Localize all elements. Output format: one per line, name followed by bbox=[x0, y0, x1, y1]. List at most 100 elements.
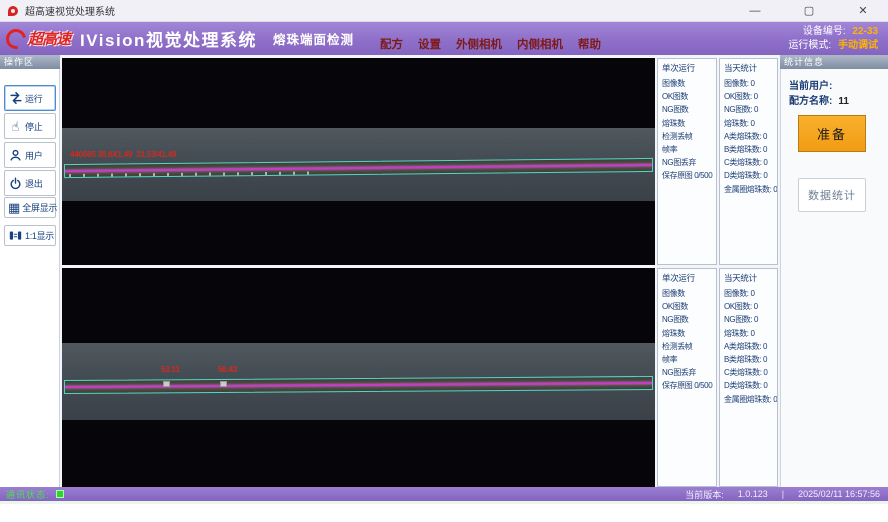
sidebar-button-label: 停止 bbox=[25, 120, 42, 133]
user-icon bbox=[8, 149, 23, 162]
sidebar-button-label: 全屏显示 bbox=[22, 201, 57, 214]
version-label: 当前版本: bbox=[685, 488, 724, 501]
comm-status-indicator bbox=[56, 490, 64, 498]
stop-icon: ☝ bbox=[8, 120, 23, 133]
current-user-label: 当前用户: bbox=[789, 81, 832, 92]
sidebar-button-label: 用户 bbox=[25, 149, 42, 162]
stat-row: 熔珠数 bbox=[662, 327, 713, 340]
stat-row: NG图丢弃 bbox=[662, 156, 713, 169]
stat-row: 金属圈熔珠数: 0 bbox=[724, 393, 774, 406]
run-mode-label: 运行模式: bbox=[788, 40, 831, 51]
stat-row: C类熔珠数: 0 bbox=[724, 366, 774, 379]
recipe-name-value: 11 bbox=[838, 96, 849, 107]
camera1-measurement-annotation: 440685 39.8X1.49 31.53/41.49 bbox=[70, 150, 176, 159]
app-window: 超高速视觉处理系统 — ▢ ✕ 超高速 IVision视觉处理系统 熔珠端面检测… bbox=[0, 0, 888, 522]
info-panel-title: 统计信息 bbox=[780, 55, 888, 69]
stat-row: D类熔珠数: 0 bbox=[724, 169, 774, 182]
camera-view-inner[interactable]: 53.11 56.43 bbox=[62, 268, 655, 487]
run-mode-value: 手动调试 bbox=[838, 40, 878, 51]
sidebar-button-退出[interactable]: 退出 bbox=[4, 170, 56, 196]
sidebar-title: 操作区 bbox=[0, 55, 60, 69]
status-bar-right: 当前版本: 1.0.123 | 2025/02/11 16:57:56 bbox=[685, 488, 880, 501]
recipe-name-row: 配方名称: 11 bbox=[789, 92, 849, 107]
camera-view-outer[interactable]: 440685 39.8X1.49 31.53/41.49 bbox=[62, 58, 655, 265]
maximize-icon[interactable]: ▢ bbox=[802, 0, 816, 22]
logo-text: 超高速 bbox=[28, 28, 70, 49]
stat-row: 图像数: 0 bbox=[724, 77, 774, 90]
ready-button[interactable]: 准备 bbox=[798, 115, 866, 152]
stat-row: 图像数 bbox=[662, 77, 713, 90]
camera2-defect-marker bbox=[220, 381, 227, 387]
menu-item-设置[interactable]: 设置 bbox=[418, 36, 441, 52]
camera2-defect-marker bbox=[163, 381, 170, 387]
stats-daily-panel-2: 当天统计图像数: 0OK图数: 0NG图数: 0熔珠数: 0A类熔珠数: 0B类… bbox=[719, 268, 778, 487]
stat-row: 图像数 bbox=[662, 287, 713, 300]
stats-panel-title: 单次运行 bbox=[662, 62, 713, 74]
stat-row: NG图丢弃 bbox=[662, 366, 713, 379]
status-separator: | bbox=[782, 489, 784, 499]
run-icon bbox=[8, 91, 23, 105]
logo-swoosh-icon bbox=[2, 25, 30, 53]
close-icon[interactable]: ✕ bbox=[856, 0, 870, 22]
recipe-name-label: 配方名称: bbox=[789, 96, 832, 107]
sidebar-button-1:1显示[interactable]: 1:1显示 bbox=[4, 225, 56, 246]
data-statistics-button[interactable]: 数据统计 bbox=[798, 178, 866, 212]
camera2-measurement-annotation: 53.11 bbox=[161, 365, 180, 374]
device-info: 设备编号: 22-33 运行模式: 手动调试 bbox=[788, 25, 878, 53]
minimize-icon[interactable]: — bbox=[748, 0, 762, 22]
sidebar-button-全屏显示[interactable]: ▦全屏显示 bbox=[4, 197, 56, 218]
stat-row: 保存原图 0/500 bbox=[662, 169, 713, 182]
current-user-row: 当前用户: bbox=[789, 77, 838, 92]
fullscreen-icon: ▦ bbox=[8, 201, 20, 214]
device-number-value: 22-33 bbox=[852, 26, 878, 37]
datetime-value: 2025/02/11 16:57:56 bbox=[798, 489, 880, 499]
stat-row: C类熔珠数: 0 bbox=[724, 156, 774, 169]
stat-row: OK图数: 0 bbox=[724, 300, 774, 313]
menu-item-外侧相机[interactable]: 外侧相机 bbox=[456, 36, 502, 52]
stat-row: 熔珠数: 0 bbox=[724, 117, 774, 130]
stat-row: 保存原图 0/500 bbox=[662, 379, 713, 392]
sidebar-button-停止[interactable]: ☝停止 bbox=[4, 113, 56, 139]
one-to-one-icon bbox=[8, 229, 23, 242]
sidebar-button-用户[interactable]: 用户 bbox=[4, 142, 56, 168]
stat-row: B类熔珠数: 0 bbox=[724, 353, 774, 366]
stat-row: 帧率 bbox=[662, 143, 713, 156]
app-title: IVision视觉处理系统 bbox=[80, 26, 257, 51]
os-titlebar: 超高速视觉处理系统 — ▢ ✕ bbox=[0, 0, 888, 22]
stats-daily-panel-1: 当天统计图像数: 0OK图数: 0NG图数: 0熔珠数: 0A类熔珠数: 0B类… bbox=[719, 58, 778, 265]
app-subtitle: 熔珠端面检测 bbox=[273, 29, 354, 48]
stat-row: NG图数: 0 bbox=[724, 313, 774, 326]
stat-row: A类熔珠数: 0 bbox=[724, 130, 774, 143]
stat-row: NG图数 bbox=[662, 313, 713, 326]
stat-row: 检测丢帧 bbox=[662, 130, 713, 143]
stat-row: NG图数 bbox=[662, 103, 713, 116]
stat-row: 熔珠数: 0 bbox=[724, 327, 774, 340]
sidebar-button-label: 运行 bbox=[25, 92, 42, 105]
sidebar: 运行☝停止用户退出▦全屏显示1:1显示 bbox=[0, 69, 60, 487]
stat-row: NG图数: 0 bbox=[724, 103, 774, 116]
stat-row: A类熔珠数: 0 bbox=[724, 340, 774, 353]
info-panel: 当前用户: 配方名称: 11 准备 数据统计 bbox=[780, 69, 888, 487]
window-title: 超高速视觉处理系统 bbox=[25, 3, 115, 18]
camera2-measurement-annotation: 56.43 bbox=[218, 365, 237, 374]
stats-single_run-panel-1: 单次运行图像数OK图数NG图数熔珠数检测丢帧帧率NG图丢弃保存原图 0/500 bbox=[657, 58, 717, 265]
stat-row: OK图数: 0 bbox=[724, 90, 774, 103]
stat-row: B类熔珠数: 0 bbox=[724, 143, 774, 156]
app-header: 超高速 IVision视觉处理系统 熔珠端面检测 配方设置外侧相机内侧相机帮助 … bbox=[0, 22, 888, 55]
stat-row: 熔珠数 bbox=[662, 117, 713, 130]
menu-bar: 配方设置外侧相机内侧相机帮助 bbox=[380, 36, 601, 52]
brand-logo: 超高速 bbox=[6, 28, 70, 49]
stat-row: OK图数 bbox=[662, 300, 713, 313]
sidebar-button-运行[interactable]: 运行 bbox=[4, 85, 56, 111]
version-value: 1.0.123 bbox=[738, 489, 768, 499]
exit-icon bbox=[8, 177, 23, 190]
app-icon bbox=[8, 6, 18, 16]
stat-row: D类熔珠数: 0 bbox=[724, 379, 774, 392]
stat-row: 图像数: 0 bbox=[724, 287, 774, 300]
stats-panel-title: 当天统计 bbox=[724, 272, 774, 284]
device-number-label: 设备编号: bbox=[803, 26, 846, 37]
menu-item-配方[interactable]: 配方 bbox=[380, 36, 403, 52]
window-bottom-edge bbox=[0, 501, 888, 504]
menu-item-帮助[interactable]: 帮助 bbox=[578, 36, 601, 52]
menu-item-内侧相机[interactable]: 内侧相机 bbox=[517, 36, 563, 52]
